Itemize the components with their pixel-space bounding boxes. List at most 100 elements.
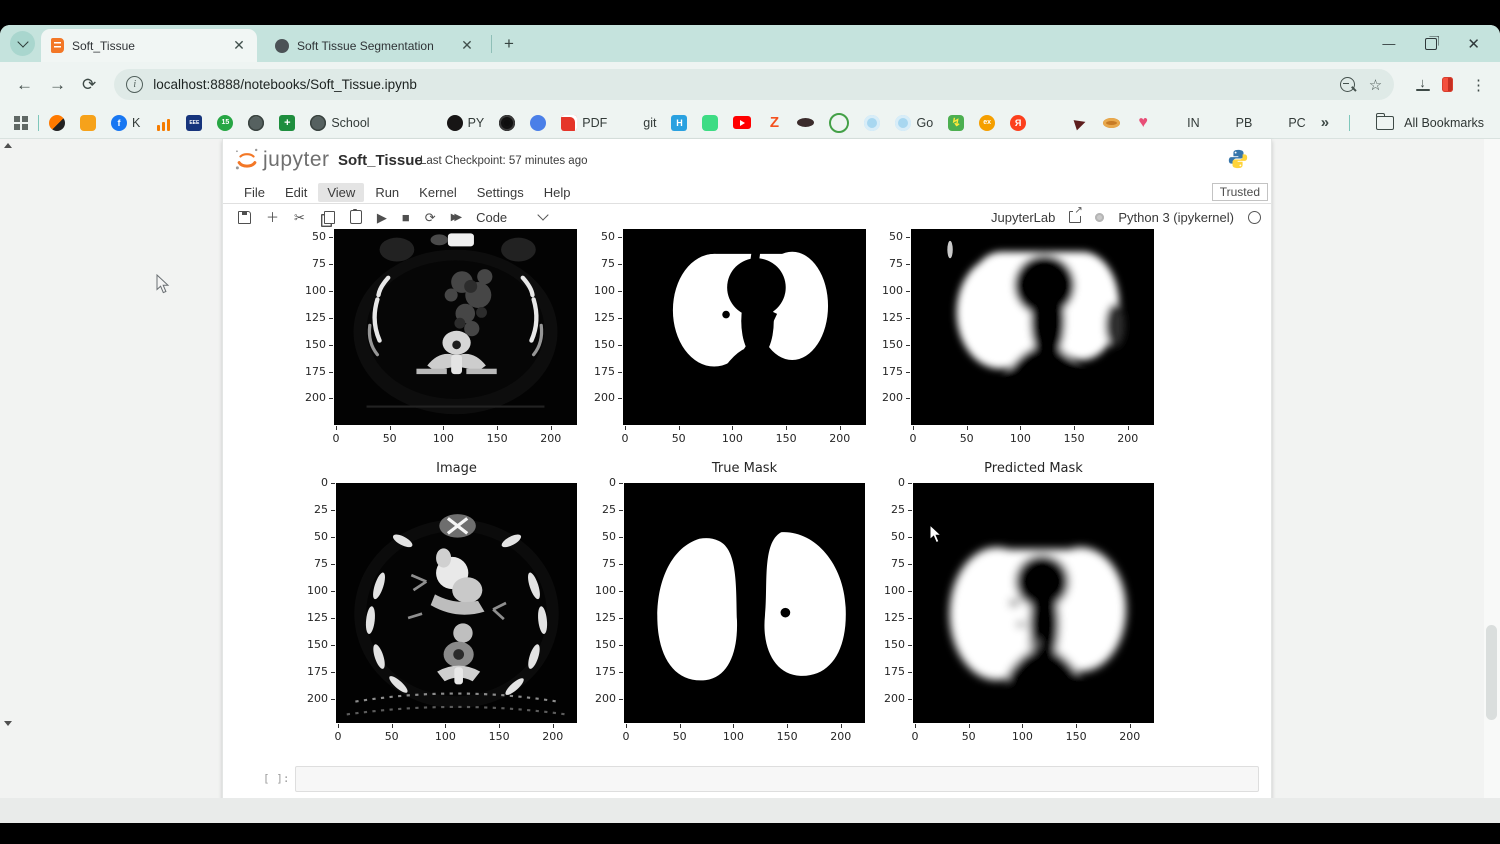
zoom-out-icon[interactable]: [1340, 77, 1355, 92]
address-bar[interactable]: i localhost:8888/notebooks/Soft_Tissue.i…: [114, 69, 1394, 100]
bookmark-item[interactable]: [248, 115, 264, 131]
bookmark-item[interactable]: [829, 113, 849, 133]
scrollbar[interactable]: [1484, 139, 1500, 823]
scroll-up-arrow[interactable]: [4, 143, 12, 148]
external-link-icon[interactable]: [1069, 211, 1081, 223]
menu-run[interactable]: Run: [366, 183, 408, 202]
run-icon[interactable]: ▶: [377, 211, 387, 224]
bookmark-item[interactable]: +: [279, 115, 295, 131]
tab-search-button[interactable]: [10, 31, 35, 56]
bookmark-item[interactable]: [530, 115, 546, 131]
empty-code-cell[interactable]: [295, 766, 1259, 792]
bookmark-item[interactable]: 15: [217, 115, 233, 131]
tab-close-icon[interactable]: ✕: [459, 38, 475, 54]
save-icon[interactable]: [238, 211, 251, 224]
stop-icon[interactable]: ■: [402, 211, 410, 224]
menu-file[interactable]: File: [235, 183, 274, 202]
jupyter-brand[interactable]: jupyter: [263, 148, 330, 172]
minimize-button[interactable]: —: [1382, 36, 1395, 51]
extension-icon[interactable]: [1442, 77, 1453, 92]
jupyterlab-link[interactable]: JupyterLab: [991, 210, 1055, 225]
x-axis-tick-mark: [786, 426, 787, 430]
notification-dot-icon[interactable]: [1095, 213, 1104, 222]
bookmark-item[interactable]: Z: [766, 115, 782, 131]
cell-type-dropdown[interactable]: Code: [476, 210, 507, 225]
bookmark-item[interactable]: PY: [447, 115, 485, 131]
bookmark-item[interactable]: Я: [1010, 115, 1026, 131]
eee-icon: EEE: [186, 115, 202, 131]
bookmark-item[interactable]: PDF: [561, 115, 607, 131]
trusted-badge[interactable]: Trusted: [1212, 183, 1268, 201]
bookmark-item[interactable]: H: [671, 115, 687, 131]
x-axis-tick-mark: [445, 724, 446, 728]
downloads-icon[interactable]: [1416, 78, 1422, 91]
bookmark-item[interactable]: Go: [895, 115, 933, 131]
bookmark-item[interactable]: [80, 115, 96, 131]
tab-close-icon[interactable]: ✕: [231, 38, 247, 54]
bookmark-item[interactable]: G: [385, 115, 401, 131]
menu-edit[interactable]: Edit: [276, 183, 316, 202]
insert-cell-icon[interactable]: ＋: [266, 211, 279, 224]
bookmark-item[interactable]: EEE: [186, 115, 202, 131]
kernel-status-icon[interactable]: [1248, 211, 1261, 224]
y-axis-tick-mark: [908, 483, 912, 484]
y-axis-tick-mark: [329, 291, 333, 292]
bookmark-item[interactable]: G: [416, 115, 432, 131]
x-axis-tick-label: 0: [608, 432, 642, 445]
all-bookmarks-button[interactable]: All Bookmarks: [1404, 116, 1484, 130]
bookmarks-overflow-icon[interactable]: »: [1321, 114, 1329, 131]
cut-icon[interactable]: ✂: [294, 211, 305, 224]
y-axis-tick-label: 125: [292, 611, 328, 624]
url-text[interactable]: localhost:8888/notebooks/Soft_Tissue.ipy…: [153, 77, 1340, 92]
bookmark-item[interactable]: Ggit: [622, 115, 656, 131]
tab-soft-tissue-segmentation[interactable]: Soft Tissue Segmentation ✕: [265, 29, 485, 62]
menu-settings[interactable]: Settings: [468, 183, 533, 202]
kernel-name[interactable]: Python 3 (ipykernel): [1118, 210, 1234, 225]
reload-button[interactable]: ⟳: [82, 75, 96, 95]
bookmark-item[interactable]: [733, 116, 751, 129]
forward-button[interactable]: →: [49, 75, 66, 95]
apps-grid-icon[interactable]: [14, 116, 28, 130]
site-info-icon[interactable]: i: [126, 76, 143, 93]
bookmark-item[interactable]: [499, 115, 515, 131]
bookmark-item[interactable]: [797, 118, 814, 127]
restart-kernel-icon[interactable]: ⟳: [425, 211, 436, 224]
back-button[interactable]: ←: [16, 75, 33, 95]
menu-kernel[interactable]: Kernel: [410, 183, 466, 202]
new-tab-button[interactable]: +: [498, 34, 520, 54]
menu-view[interactable]: View: [318, 183, 364, 202]
bookmark-item[interactable]: School: [310, 115, 369, 131]
y-axis-tick-mark: [618, 291, 622, 292]
copy-icon[interactable]: [324, 211, 335, 224]
y-axis-tick-label: 200: [580, 692, 616, 705]
browser-menu-icon[interactable]: ⋮: [1471, 76, 1486, 94]
menu-help[interactable]: Help: [535, 183, 580, 202]
bookmark-star-icon[interactable]: ☆: [1369, 76, 1382, 94]
scrollbar-thumb[interactable]: [1486, 625, 1497, 720]
swirl-icon: [864, 115, 880, 131]
bookmark-item[interactable]: ↯: [948, 115, 964, 131]
paste-icon[interactable]: [350, 210, 362, 224]
bookmark-item[interactable]: ex: [979, 115, 995, 131]
bookmark-item[interactable]: [155, 115, 171, 131]
bookmark-item[interactable]: ▶: [1072, 115, 1088, 131]
scroll-down-arrow[interactable]: [4, 721, 12, 726]
bookmark-item[interactable]: GPC: [1267, 115, 1305, 131]
bookmark-item[interactable]: ♥: [1135, 115, 1151, 131]
facebook-icon: f: [111, 115, 127, 131]
run-all-icon[interactable]: ▶▶: [451, 211, 458, 224]
notebook-title[interactable]: Soft_Tissue: [338, 152, 423, 169]
bookmark-item[interactable]: [864, 115, 880, 131]
tab-soft-tissue[interactable]: Soft_Tissue ✕: [41, 29, 257, 62]
restore-button[interactable]: [1425, 38, 1437, 50]
bookmark-item[interactable]: [49, 115, 65, 131]
bookmark-item[interactable]: G: [1041, 115, 1057, 131]
bookmark-item[interactable]: fK: [111, 115, 140, 131]
bookmark-item[interactable]: [1103, 118, 1120, 128]
bookmark-item[interactable]: [702, 115, 718, 131]
bookmark-item[interactable]: GIN: [1166, 115, 1200, 131]
close-button[interactable]: ✕: [1467, 35, 1480, 53]
bookmark-item[interactable]: GPB: [1215, 115, 1253, 131]
x-axis-tick-mark: [732, 426, 733, 430]
chevron-down-icon[interactable]: [537, 209, 548, 220]
